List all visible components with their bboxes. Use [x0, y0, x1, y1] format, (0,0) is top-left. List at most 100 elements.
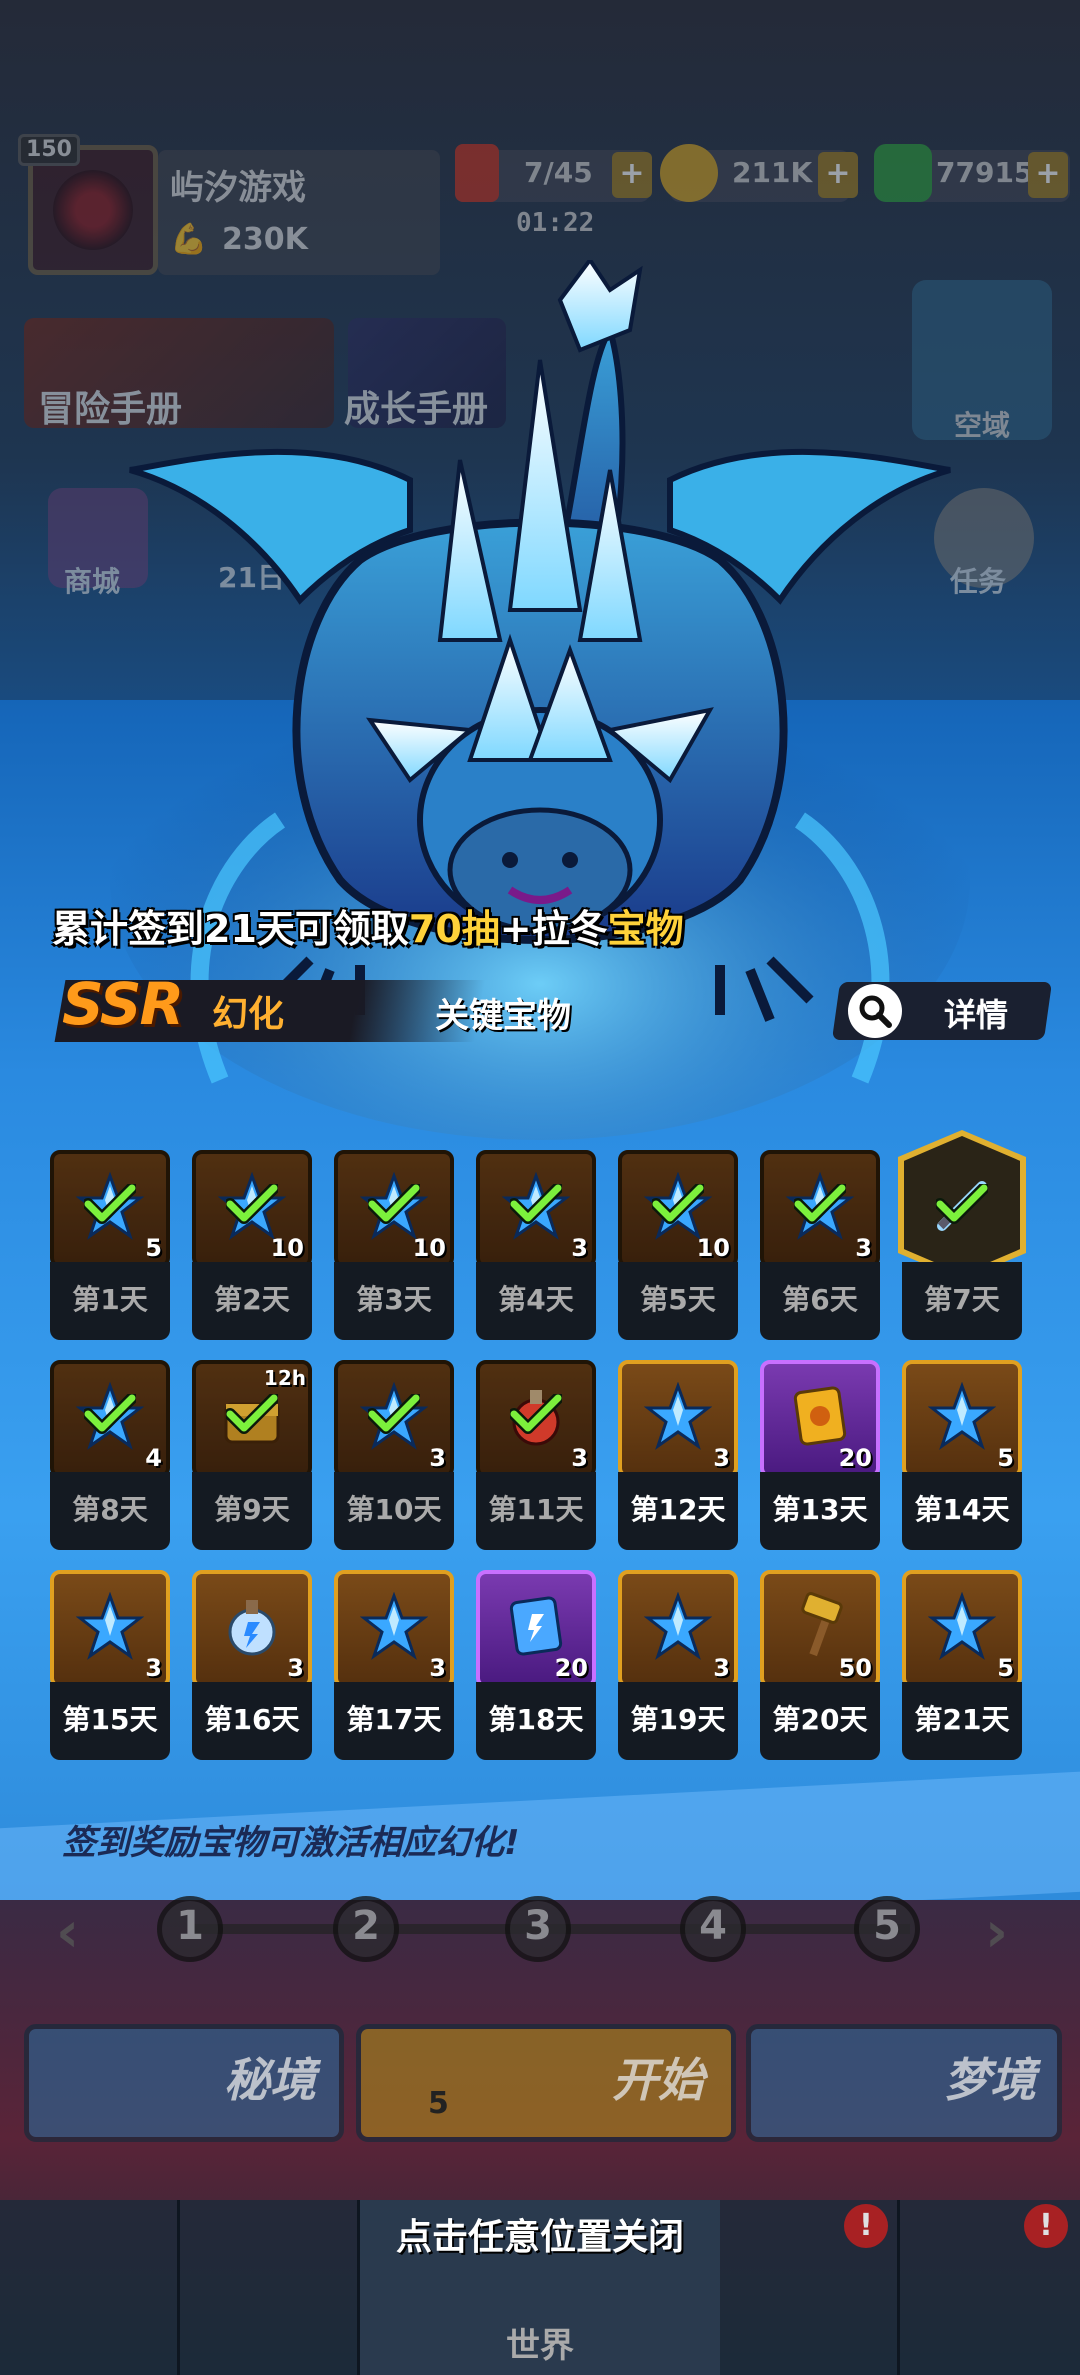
blue-crystal-icon: [927, 1591, 997, 1660]
item-quantity: 5: [145, 1234, 162, 1262]
day-reward-card[interactable]: 第7天: [898, 1130, 1026, 1340]
item-quantity: 3: [287, 1654, 304, 1682]
day-reward-card[interactable]: 3 第16天: [192, 1570, 312, 1760]
day-label: 第6天: [782, 1283, 858, 1316]
item-quantity: 3: [145, 1654, 162, 1682]
day-reward-card[interactable]: 3 第6天: [760, 1150, 880, 1340]
cumulative-prefix: 累计签到21天可领取: [52, 907, 409, 951]
pager-page-4-label: 4: [699, 1903, 727, 1949]
item-quantity: 3: [713, 1654, 730, 1682]
item-quantity: 3: [429, 1654, 446, 1682]
details-label[interactable]: 详情: [944, 990, 1008, 1036]
close-hint[interactable]: 点击任意位置关闭: [0, 2208, 1080, 2260]
energy-value: 7/45: [524, 156, 593, 189]
item-quantity: 3: [571, 1234, 588, 1262]
day-reward-card[interactable]: 10 第3天: [334, 1150, 454, 1340]
item-quantity: 3: [855, 1234, 872, 1262]
player-level: 150: [18, 134, 80, 166]
gold-ticket-icon: [786, 1382, 854, 1450]
item-quantity: 5: [997, 1654, 1014, 1682]
item-quantity: 20: [554, 1654, 588, 1682]
chest-timer-tag: 12h: [263, 1366, 306, 1390]
day-label: 第21天: [914, 1703, 1010, 1736]
gem-plus-button[interactable]: +: [1028, 152, 1068, 198]
day-label: 第14天: [914, 1493, 1010, 1526]
blue-potion-icon: [218, 1592, 286, 1660]
checkmark-icon: [82, 1392, 138, 1438]
blue-crystal-icon: [359, 1591, 429, 1660]
green-gem-icon: [874, 144, 932, 202]
day-reward-card[interactable]: 3 第19天: [618, 1570, 738, 1760]
checkmark-icon: [508, 1182, 564, 1228]
lightning-icon: [455, 144, 499, 202]
gold-plus-button[interactable]: +: [818, 152, 858, 198]
gold-value: 211K: [732, 156, 813, 189]
day-label: 第19天: [630, 1703, 726, 1736]
key-treasure-label: 关键宝物: [435, 996, 571, 1036]
item-quantity: 3: [429, 1444, 446, 1472]
energy-plus-button[interactable]: +: [612, 152, 652, 198]
day-label: 第8天: [72, 1493, 148, 1526]
item-quantity: 10: [270, 1234, 304, 1262]
day-reward-card[interactable]: 20 第18天: [476, 1570, 596, 1760]
cumulative-mid: +拉冬: [499, 907, 608, 951]
day-label: 第4天: [498, 1283, 574, 1316]
start-cost: 5: [428, 2086, 449, 2121]
day-reward-card[interactable]: 10 第2天: [192, 1150, 312, 1340]
day-reward-card[interactable]: 5 第21天: [902, 1570, 1022, 1760]
checkmark-icon: [792, 1182, 848, 1228]
checkmark-icon: [366, 1182, 422, 1228]
day-reward-card[interactable]: 3 第12天: [618, 1360, 738, 1550]
skin-type-label: 幻化: [212, 994, 285, 1035]
day-label: 第13天: [772, 1493, 868, 1526]
day-reward-card[interactable]: 10 第5天: [618, 1150, 738, 1340]
day-label: 第1天: [72, 1283, 148, 1316]
day-reward-card[interactable]: 3 第4天: [476, 1150, 596, 1340]
day-label: 第15天: [62, 1703, 158, 1736]
day-reward-card[interactable]: 3 第17天: [334, 1570, 454, 1760]
day-reward-card[interactable]: 3 第10天: [334, 1360, 454, 1550]
day-reward-card[interactable]: 50 第20天: [760, 1570, 880, 1760]
day-reward-card[interactable]: 4 第8天: [50, 1360, 170, 1550]
day-reward-card[interactable]: 3 第15天: [50, 1570, 170, 1760]
cumulative-draws: 70抽: [408, 907, 500, 951]
gold-coin-icon: [660, 144, 718, 202]
day-reward-card[interactable]: 5 第14天: [902, 1360, 1022, 1550]
day-label: 第16天: [204, 1703, 300, 1736]
energy-timer: 01:22: [516, 208, 595, 238]
pager-page-1-label: 1: [176, 1903, 204, 1949]
item-quantity: 20: [838, 1444, 872, 1472]
day-label: 第12天: [630, 1493, 726, 1526]
day-label: 第3天: [356, 1283, 432, 1316]
item-quantity: 4: [145, 1444, 162, 1472]
item-quantity: 10: [696, 1234, 730, 1262]
day-label: 第2天: [214, 1283, 290, 1316]
player-power: 230K: [222, 222, 308, 257]
gold-hammer-icon: [786, 1592, 854, 1660]
checkmark-icon: [224, 1392, 280, 1438]
pager-page-3-label: 3: [524, 1903, 552, 1949]
blue-ticket-icon: [502, 1592, 570, 1660]
blue-crystal-icon: [643, 1591, 713, 1660]
day-reward-card[interactable]: 3 第11天: [476, 1360, 596, 1550]
day-reward-card[interactable]: 20 第13天: [760, 1360, 880, 1550]
item-quantity: 3: [571, 1444, 588, 1472]
checkmark-icon: [82, 1182, 138, 1228]
blue-crystal-icon: [75, 1591, 145, 1660]
checkmark-icon: [934, 1182, 990, 1228]
pager-prev-arrow[interactable]: ‹: [56, 1900, 79, 1965]
player-name: 屿汐游戏: [170, 168, 306, 208]
day-reward-card[interactable]: 5 第1天: [50, 1150, 170, 1340]
day-label: 第9天: [214, 1493, 290, 1526]
checkmark-icon: [650, 1182, 706, 1228]
search-icon[interactable]: [848, 984, 902, 1038]
item-quantity: 3: [713, 1444, 730, 1472]
pager-next-arrow[interactable]: ›: [985, 1900, 1008, 1965]
item-quantity: 50: [838, 1654, 872, 1682]
ssr-rarity-badge: SSR: [62, 970, 184, 1038]
pager-page-2-label: 2: [352, 1903, 380, 1949]
day-reward-card[interactable]: 12h 第9天: [192, 1360, 312, 1550]
checkmark-icon: [508, 1392, 564, 1438]
gem-value: 77915: [936, 156, 1034, 189]
item-quantity: 10: [412, 1234, 446, 1262]
